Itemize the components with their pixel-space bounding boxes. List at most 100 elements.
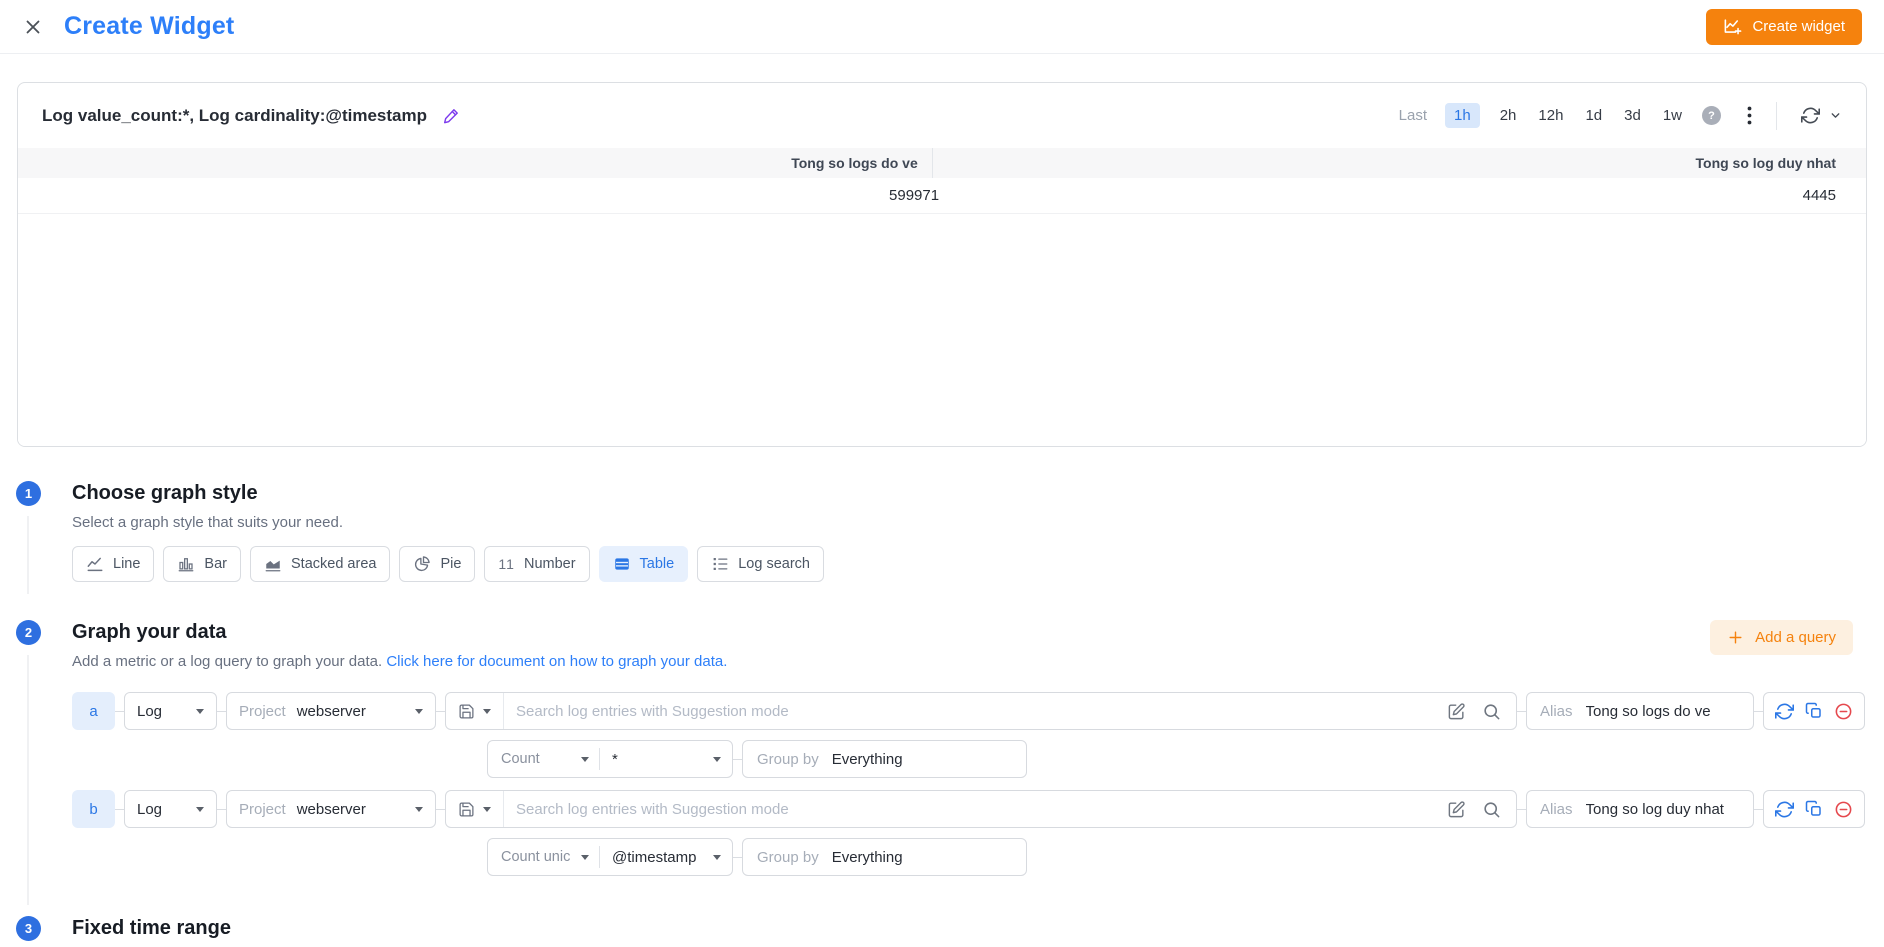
step-title: Fixed time range [72,916,1865,941]
agg-field-select[interactable]: * [600,751,732,768]
stacked-area-icon [264,555,282,573]
query-letter-badge[interactable]: b [72,790,115,828]
chevron-down-icon [1829,109,1842,122]
aggregation-control: Count unic @timestamp [487,838,733,876]
time-chip-1d[interactable]: 1d [1583,103,1604,128]
graph-style-label: Log search [738,556,810,572]
search-bar-icons [1432,702,1516,721]
time-chip-2h[interactable]: 2h [1498,103,1519,128]
project-label: Project [239,801,286,818]
group-by-select[interactable]: Group by Everything [742,838,1027,876]
graph-style-label: Bar [204,556,227,572]
preview-empty-area [18,214,1866,446]
log-search-icon [711,555,729,573]
query-agg-row-b: Count unic @timestamp Group by Everythin… [487,838,1865,876]
agg-function-select[interactable]: Count [488,751,599,767]
graph-style-label: Stacked area [291,556,376,572]
divider [1776,102,1777,130]
graph-style-bar[interactable]: Bar [163,546,241,582]
time-range-last-label: Last [1399,107,1427,124]
group-by-label: Group by [757,751,819,768]
graph-style-line[interactable]: Line [72,546,154,582]
table-icon [613,555,631,573]
connector [1517,809,1526,810]
sync-icon [1775,702,1794,721]
advanced-edit-button[interactable] [1447,800,1466,819]
preview-header: Log value_count:*, Log cardinality:@time… [18,83,1866,148]
graph-style-table[interactable]: Table [599,546,689,582]
doc-link[interactable]: Click here for document on how to graph … [386,653,727,670]
project-label: Project [239,703,286,720]
alias-field: Alias [1526,692,1754,730]
page-header: Create Widget Create widget [0,0,1884,54]
agg-function-select[interactable]: Count unic [488,849,599,865]
alias-input[interactable] [1584,800,1740,819]
connector [1754,809,1763,810]
rerun-query-button[interactable] [1775,702,1794,721]
search-button[interactable] [1482,702,1501,721]
log-search-input[interactable] [504,801,1432,818]
graph-style-log-search[interactable]: Log search [697,546,824,582]
project-select[interactable]: Project webserver [226,790,436,828]
step2-header: Graph your data Add a metric or a log qu… [72,620,1865,670]
query-type-select[interactable]: Log [124,692,217,730]
query-type-select[interactable]: Log [124,790,217,828]
pie-chart-icon [413,555,431,573]
alias-input[interactable] [1584,702,1740,721]
refresh-interval-button[interactable] [1829,109,1842,122]
advanced-edit-button[interactable] [1447,702,1466,721]
time-chip-1h[interactable]: 1h [1445,103,1480,128]
time-chip-12h[interactable]: 12h [1536,103,1565,128]
minus-circle-icon [1834,702,1853,721]
widget-preview-panel: Log value_count:*, Log cardinality:@time… [17,82,1867,447]
alias-label: Alias [1540,801,1573,818]
table-row: 599971 4445 [18,178,1866,214]
query-agg-row-a: Count * Group by Everything [487,740,1865,778]
caret-down-icon [581,855,589,860]
help-icon[interactable]: ? [1702,106,1721,125]
create-widget-button[interactable]: Create widget [1706,9,1862,45]
search-button[interactable] [1482,800,1501,819]
saved-search-dropdown[interactable] [446,801,503,818]
graph-style-stacked-area[interactable]: Stacked area [250,546,390,582]
add-query-button[interactable]: Add a query [1710,620,1853,655]
connector [1754,711,1763,712]
bar-chart-icon [177,555,195,573]
chart-plus-icon [1723,17,1742,36]
close-icon [22,16,44,38]
panel-menu-button[interactable] [1747,106,1752,125]
project-select[interactable]: Project webserver [226,692,436,730]
query-type-value: Log [137,801,162,818]
remove-query-button[interactable] [1834,702,1853,721]
group-by-select[interactable]: Group by Everything [742,740,1027,778]
graph-style-number[interactable]: 11 Number [484,546,589,582]
project-value: webserver [297,801,366,818]
connector [733,759,742,760]
copy-icon [1805,800,1823,818]
edit-title-button[interactable] [442,106,461,125]
caret-down-icon [196,807,204,812]
search-icon [1482,702,1501,721]
agg-field-select[interactable]: @timestamp [600,849,732,866]
refresh-button[interactable] [1801,106,1820,125]
remove-query-button[interactable] [1834,800,1853,819]
connector [733,857,742,858]
caret-down-icon [415,709,423,714]
rerun-query-button[interactable] [1775,800,1794,819]
duplicate-query-button[interactable] [1805,800,1823,818]
agg-function-value: Count [501,751,581,767]
steps: 1 Choose graph style Select a graph styl… [0,481,1884,941]
saved-search-dropdown[interactable] [446,703,503,720]
close-button[interactable] [22,16,44,38]
step-title: Graph your data [72,620,727,645]
log-search-input[interactable] [504,703,1432,720]
query-type-value: Log [137,703,162,720]
time-chip-3d[interactable]: 3d [1622,103,1643,128]
graph-style-pie[interactable]: Pie [399,546,475,582]
duplicate-query-button[interactable] [1805,702,1823,720]
group-by-value: Everything [832,849,903,866]
step-choose-graph-style: 1 Choose graph style Select a graph styl… [16,481,1865,582]
query-row-a: a Log Project webserver [72,692,1865,730]
query-letter-badge[interactable]: a [72,692,115,730]
time-chip-1w[interactable]: 1w [1661,103,1684,128]
